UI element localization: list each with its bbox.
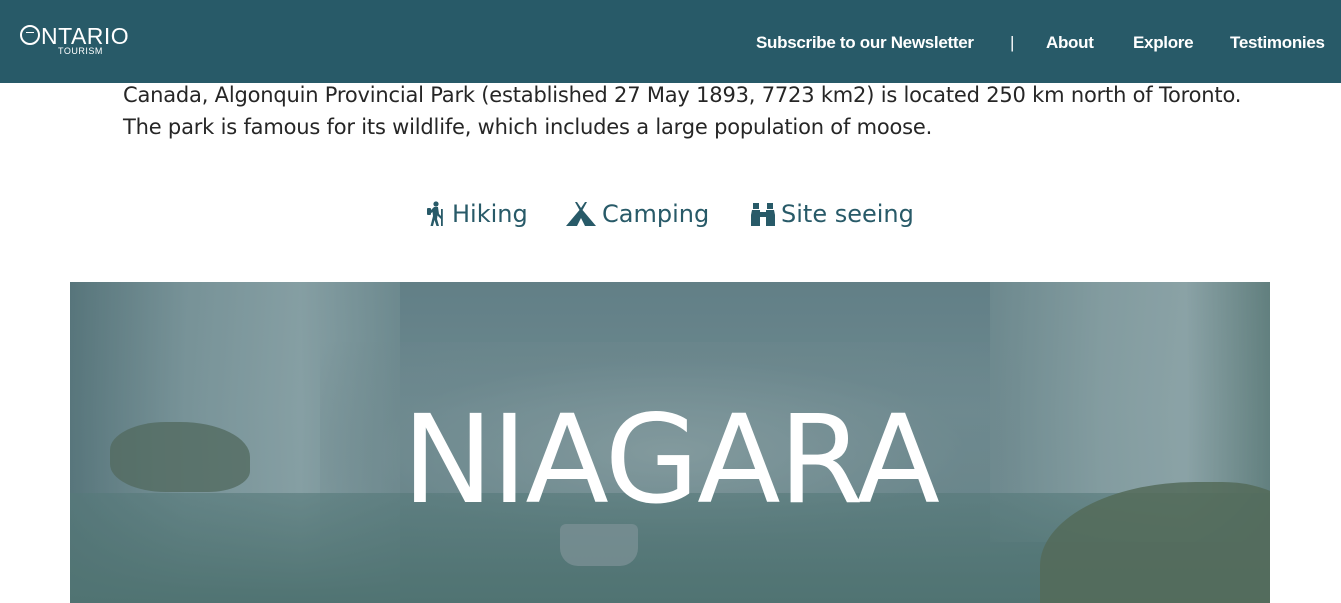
nav-explore-link[interactable]: Explore — [1133, 33, 1194, 53]
top-navbar: NTARIO TOURISM Subscribe to our Newslett… — [0, 0, 1341, 83]
nav-testimonies-link[interactable]: Testimonies — [1230, 33, 1325, 53]
activity-sightseeing[interactable]: Site seeing — [751, 200, 914, 228]
hiking-icon — [427, 201, 443, 226]
activities-list: Hiking Camping Site seeing — [0, 200, 1341, 234]
nav-menu: Subscribe to our Newsletter | About Expl… — [0, 32, 1341, 56]
activity-hiking[interactable]: Hiking — [426, 200, 528, 228]
activity-hiking-label: Hiking — [452, 200, 528, 228]
activity-camping[interactable]: Camping — [566, 200, 709, 228]
park-description: Canada, Algonquin Provincial Park (estab… — [123, 83, 1242, 139]
binoculars-icon — [751, 203, 775, 226]
activity-camping-label: Camping — [602, 200, 710, 228]
activity-sightseeing-label: Site seeing — [781, 200, 914, 228]
nav-about-link[interactable]: About — [1046, 33, 1094, 53]
banner-title: NIAGARA — [402, 389, 940, 531]
niagara-banner[interactable]: NIAGARA — [70, 282, 1270, 603]
nav-newsletter-link[interactable]: Subscribe to our Newsletter — [756, 33, 974, 53]
tent-icon — [566, 202, 596, 226]
nav-separator: | — [1010, 33, 1015, 52]
